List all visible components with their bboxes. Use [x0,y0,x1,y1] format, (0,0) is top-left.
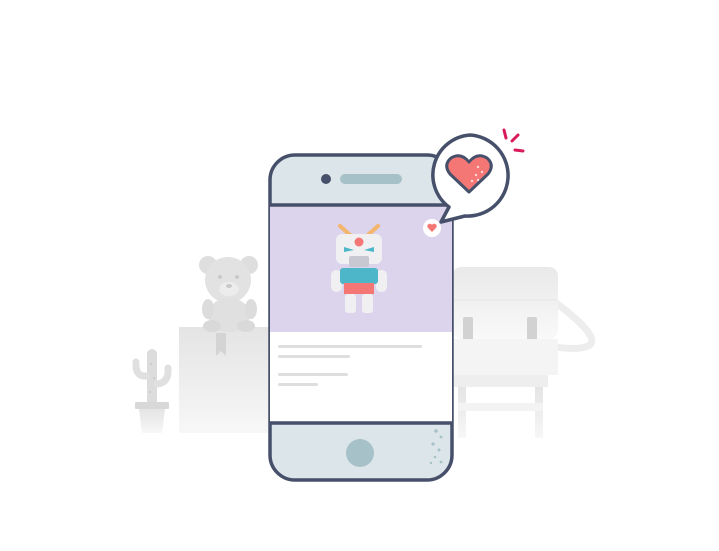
illustration [132,128,596,482]
phone-screen [270,205,452,423]
satchel-bag-icon [452,267,596,438]
camera-icon [321,174,331,184]
home-button[interactable] [346,439,374,467]
phone-mockup [268,153,454,482]
cactus-icon [132,349,172,433]
speaker-grille [340,174,402,184]
like-badge-button[interactable] [423,219,441,237]
sparkle-icon [502,128,525,153]
